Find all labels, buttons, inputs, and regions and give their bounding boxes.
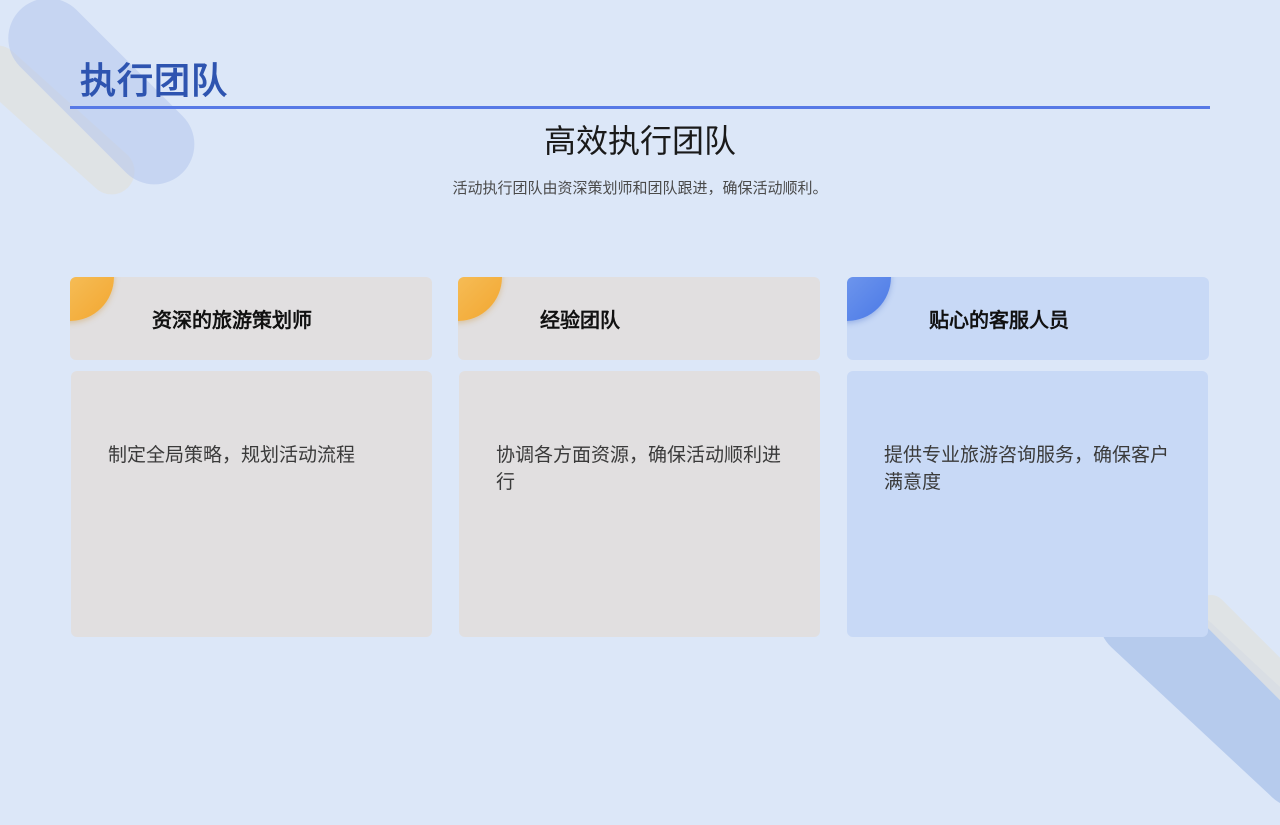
quarter-circle-accent (70, 277, 114, 321)
section-summary: 活动执行团队由资深策划师和团队跟进，确保活动顺利。 (452, 179, 828, 197)
card-description: 协调各方面资源，确保活动顺利进行 (496, 444, 782, 493)
card-description: 提供专业旅游咨询服务，确保客户满意度 (884, 444, 1170, 493)
card-header-service: 贴心的客服人员 (847, 277, 1209, 360)
card-body-service: 提供专业旅游咨询服务，确保客户满意度 (847, 371, 1208, 637)
card-body-team: 协调各方面资源，确保活动顺利进行 (459, 371, 820, 637)
card-title: 贴心的客服人员 (929, 308, 1069, 332)
quarter-circle-accent (847, 277, 891, 321)
section-subtitle: 高效执行团队 (543, 122, 736, 160)
title-divider (70, 106, 1210, 109)
card-description: 制定全局策略，规划活动流程 (108, 444, 356, 466)
quarter-circle-accent (458, 277, 502, 321)
card-title: 经验团队 (540, 308, 620, 332)
card-header-team: 经验团队 (458, 277, 820, 360)
card-body-planner: 制定全局策略，规划活动流程 (71, 371, 432, 637)
page-title: 执行团队 (80, 61, 229, 102)
card-header-planner: 资深的旅游策划师 (70, 277, 432, 360)
card-title: 资深的旅游策划师 (152, 308, 312, 332)
